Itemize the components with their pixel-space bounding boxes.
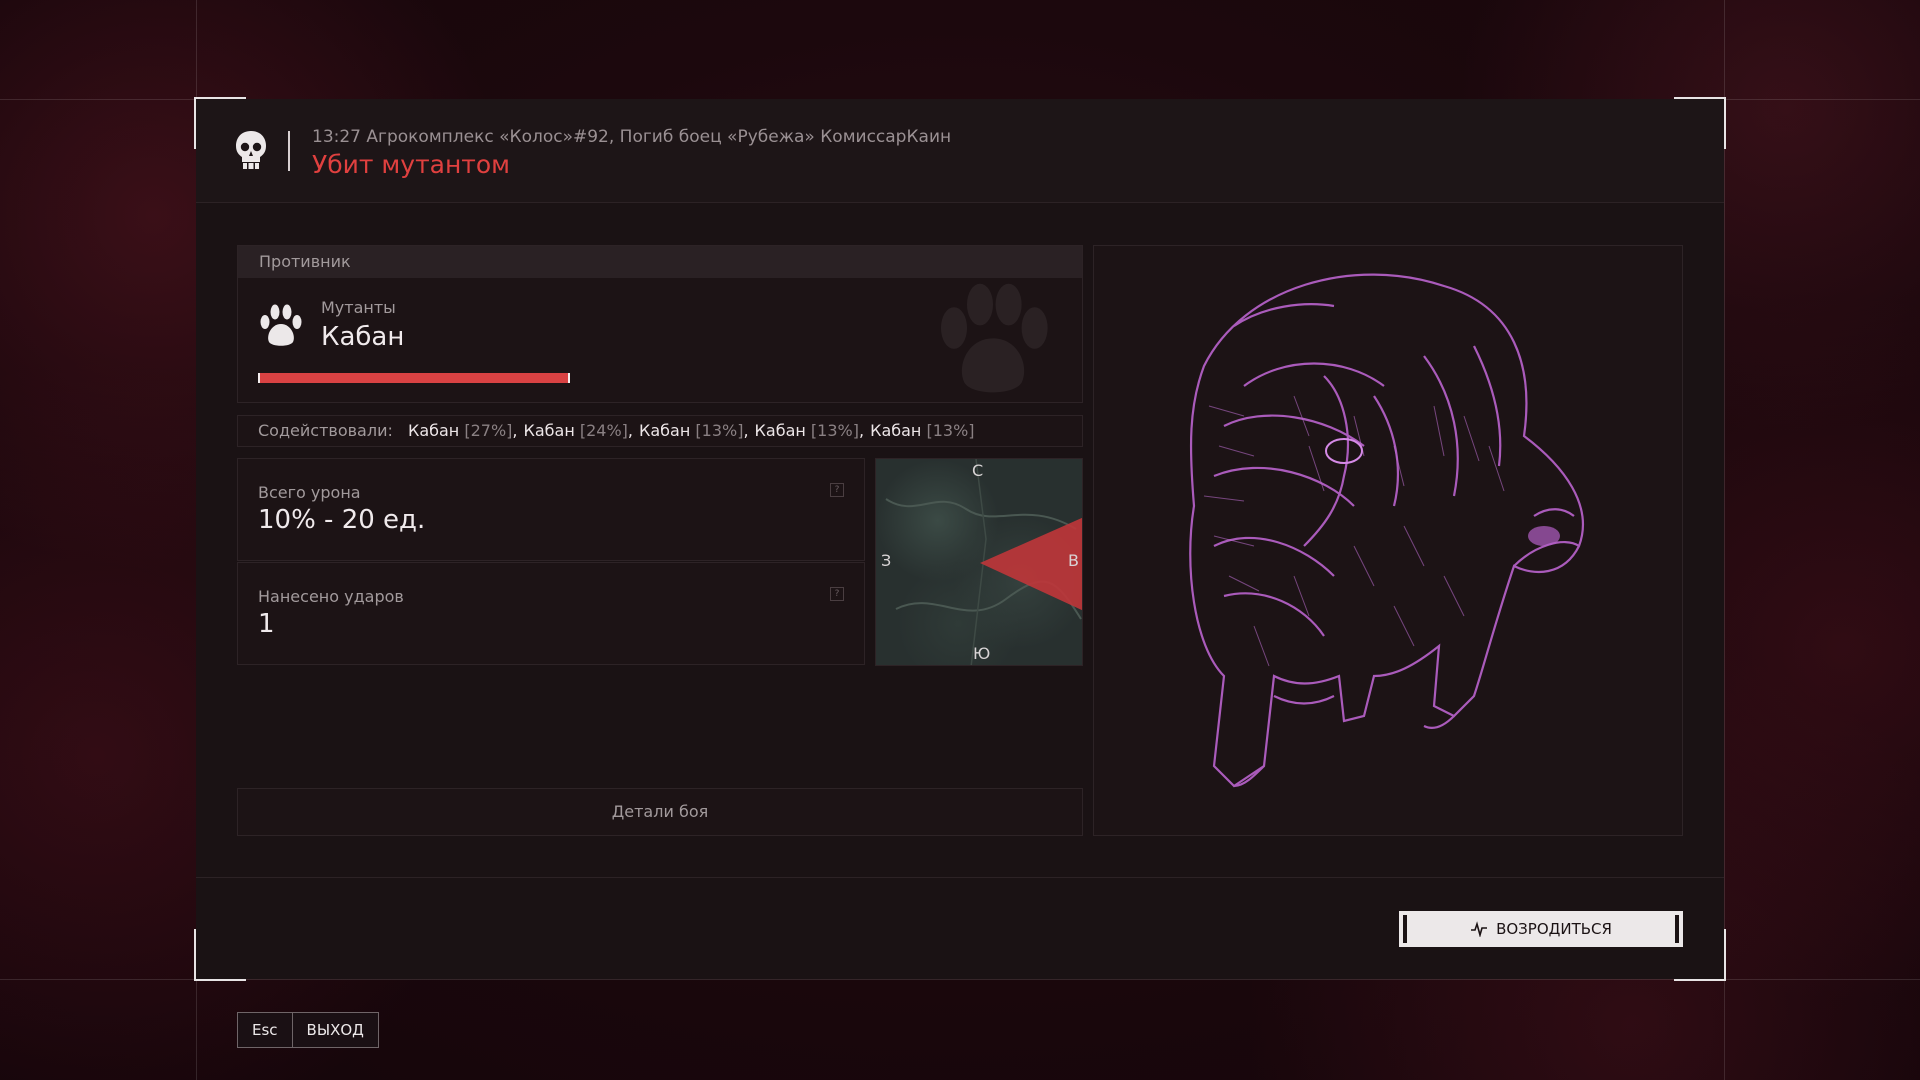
respawn-button[interactable]: ВОЗРОДИТЬСЯ bbox=[1399, 911, 1683, 947]
enemy-card: Противник Мутанты Кабан bbox=[237, 245, 1083, 403]
enemy-health-fill bbox=[260, 373, 568, 383]
frame-guide bbox=[0, 979, 1920, 980]
total-damage-box: Всего урона 10% - 20 ед. ? bbox=[237, 458, 865, 561]
assist-percent: [13%] bbox=[921, 421, 975, 440]
assist-name: Кабан bbox=[754, 421, 806, 440]
total-damage-label: Всего урона bbox=[258, 483, 361, 502]
minimap-terrain bbox=[885, 459, 1082, 665]
help-icon[interactable]: ? bbox=[830, 483, 844, 497]
assist-name: Кабан bbox=[870, 421, 922, 440]
header-divider bbox=[288, 131, 290, 171]
enemy-name: Кабан bbox=[321, 322, 405, 352]
frame-guide bbox=[1724, 0, 1725, 1080]
skull-icon bbox=[236, 131, 266, 170]
assists-row: Содействовали: Кабан [27%], Кабан [24%], К… bbox=[237, 415, 1083, 447]
battle-details-button[interactable]: Детали боя bbox=[237, 788, 1083, 836]
compass-north: С bbox=[972, 461, 984, 480]
death-report-panel: 13:27 Агрокомплекс «Колос»#92, Погиб бое… bbox=[194, 97, 1726, 981]
minimap: С В Ю З bbox=[875, 458, 1083, 666]
assist-separator: , bbox=[627, 421, 634, 440]
hits-dealt-label: Нанесено ударов bbox=[258, 587, 404, 606]
death-header: 13:27 Агрокомплекс «Колос»#92, Погиб бое… bbox=[196, 99, 1724, 203]
hits-dealt-value: 1 bbox=[258, 609, 275, 639]
compass-south: Ю bbox=[973, 644, 991, 663]
assist-percent: [24%] bbox=[574, 421, 628, 440]
assist-separator: , bbox=[743, 421, 749, 440]
enemy-faction: Мутанты bbox=[321, 298, 396, 317]
exit-control[interactable]: Esc ВЫХОД bbox=[237, 1012, 379, 1048]
assist-name: Кабан bbox=[639, 421, 691, 440]
enemy-health-bar bbox=[258, 373, 570, 383]
paw-watermark-icon bbox=[941, 283, 1048, 393]
pulse-icon bbox=[1471, 921, 1488, 937]
compass-west: З bbox=[881, 551, 892, 570]
help-icon[interactable]: ? bbox=[830, 587, 844, 601]
death-title: Убит мутантом bbox=[312, 150, 511, 179]
assist-name: Кабан bbox=[407, 421, 460, 440]
enemy-model-view[interactable] bbox=[1093, 245, 1683, 836]
enemy-section-title: Противник bbox=[238, 246, 1082, 278]
total-damage-value: 10% - 20 ед. bbox=[258, 505, 426, 535]
assist-separator: , bbox=[858, 421, 865, 440]
assists-list: Кабан [27%], Кабан [24%], Кабан [13%], Каба… bbox=[408, 421, 975, 440]
respawn-label: ВОЗРОДИТЬСЯ bbox=[1496, 920, 1612, 938]
assist-name: Кабан bbox=[523, 421, 575, 440]
hits-dealt-box: Нанесено ударов 1 ? bbox=[237, 562, 865, 665]
assist-percent: [13%] bbox=[690, 421, 744, 440]
boar-model-image bbox=[1189, 273, 1585, 788]
compass-east: В bbox=[1068, 551, 1079, 570]
assist-percent: [27%] bbox=[459, 421, 513, 440]
death-meta: 13:27 Агрокомплекс «Колос»#92, Погиб бое… bbox=[312, 127, 952, 147]
assist-separator: , bbox=[512, 421, 518, 440]
esc-key-hint: Esc bbox=[238, 1013, 293, 1047]
assists-label: Содействовали: bbox=[258, 421, 393, 440]
assist-percent: [13%] bbox=[805, 421, 859, 440]
paw-icon bbox=[260, 304, 302, 346]
exit-button[interactable]: ВЫХОД bbox=[293, 1013, 378, 1047]
